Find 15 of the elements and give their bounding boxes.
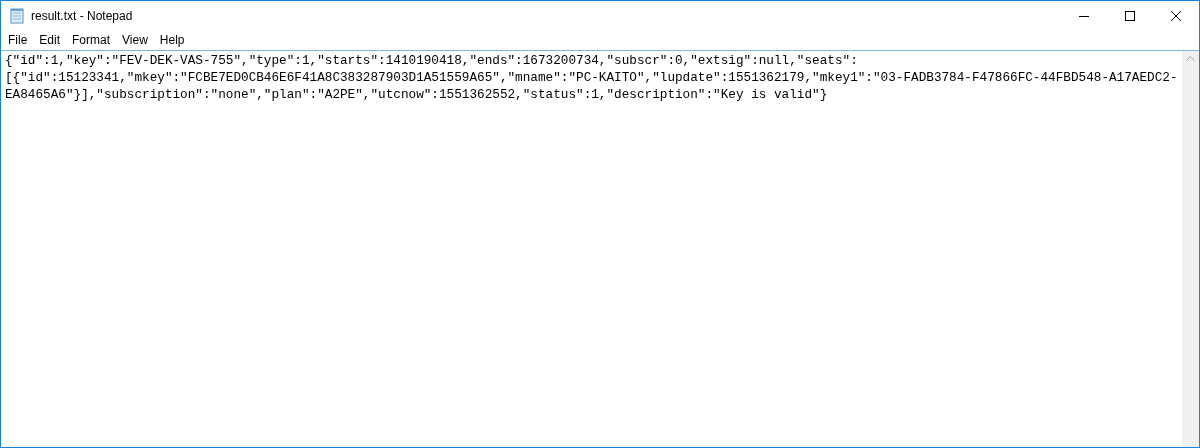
text-line: [{"id":15123341,"mkey":"FCBE7ED0CB46E6F41A8C383287903D1A51559A65","mname":"PC-KAITO","lupdate":1551362179,"mkey1":"03-FADB3784-F47866FC-44FBD548-A17AEDC2- <box>5 69 1178 86</box>
menu-item[interactable]: Edit <box>33 31 67 50</box>
window-title: result.txt - Notepad <box>31 8 133 25</box>
vertical-scrollbar[interactable] <box>1182 51 1199 447</box>
text-line: EA8465A6"}],"subscription":"none","plan":"A2PE","utcnow":1551362552,"status":1,"description":"Key is valid"} <box>5 86 828 103</box>
menu-item[interactable]: Help <box>153 31 191 50</box>
text-area[interactable] <box>1 50 1199 447</box>
menu-item[interactable]: View <box>116 31 154 50</box>
maximize-icon <box>1125 11 1135 21</box>
scroll-up-icon <box>1186 56 1195 61</box>
close-icon <box>1171 11 1181 21</box>
menu-item[interactable]: File <box>2 31 34 50</box>
text-line: {"id":1,"key":"FEV-DEK-VAS-755","type":1,"starts":1410190418,"ends":1673200734,"subscr":0,"extsig":null,"seats": <box>5 52 858 69</box>
notepad-icon <box>10 8 24 24</box>
menu-item[interactable]: Format <box>66 31 117 50</box>
